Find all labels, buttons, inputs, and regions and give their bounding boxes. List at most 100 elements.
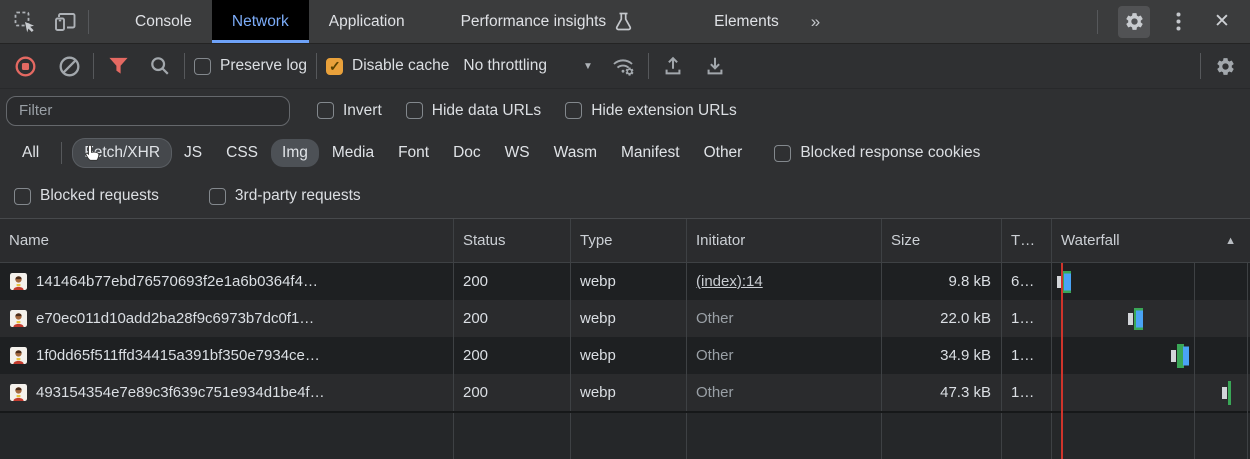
throttling-select[interactable]: No throttling ▼: [463, 57, 592, 75]
search-icon[interactable]: [145, 51, 175, 81]
request-name: e70ec011d10add2ba28f9c6973b7dc0f1…: [36, 310, 314, 327]
column-header-status[interactable]: Status: [454, 219, 571, 262]
type-filter-css[interactable]: CSS: [215, 139, 269, 167]
toolbar-divider: [648, 53, 649, 79]
tab-application-label: Application: [329, 13, 405, 31]
filter-input[interactable]: [6, 96, 290, 126]
request-status: 200: [454, 300, 571, 337]
close-icon[interactable]: ✕: [1206, 6, 1238, 38]
initiator-text: Other: [696, 384, 734, 401]
settings-gear-icon[interactable]: [1118, 6, 1150, 38]
blocked-requests-toggle[interactable]: Blocked requests: [14, 187, 159, 205]
type-filter-fetch-xhr[interactable]: Fetch/XHR: [73, 139, 171, 167]
preserve-log-label: Preserve log: [220, 57, 307, 75]
type-filter-doc[interactable]: Doc: [442, 139, 492, 167]
blocked-response-cookies-toggle[interactable]: Blocked response cookies: [774, 144, 980, 162]
disable-cache-toggle[interactable]: Disable cache: [326, 57, 449, 75]
network-settings-gear-icon[interactable]: [1210, 51, 1240, 81]
request-size: 9.8 kB: [882, 263, 1002, 300]
third-party-requests-checkbox[interactable]: [209, 188, 226, 205]
image-thumbnail-icon: [10, 347, 27, 364]
record-icon[interactable]: [10, 51, 40, 81]
type-filter-js[interactable]: JS: [173, 139, 213, 167]
flask-icon: [615, 12, 632, 31]
toolbar-divider: [1200, 53, 1201, 79]
column-header-type[interactable]: Type: [571, 219, 687, 262]
tab-elements[interactable]: Elements: [694, 0, 799, 43]
image-thumbnail-icon: [10, 384, 27, 401]
typebar-divider: [61, 142, 62, 164]
hide-data-urls-checkbox[interactable]: [406, 102, 423, 119]
invert-checkbox[interactable]: [317, 102, 334, 119]
network-filter-row: Invert Hide data URLs Hide extension URL…: [0, 89, 1250, 132]
blocked-response-cookies-checkbox[interactable]: [774, 145, 791, 162]
toolbar-divider: [184, 53, 185, 79]
column-header-time[interactable]: T…: [1002, 219, 1052, 262]
tab-network[interactable]: Network: [212, 0, 309, 43]
devtools-network-panel: Console Network Application Performance …: [0, 0, 1250, 459]
tab-performance-insights[interactable]: Performance insights: [441, 0, 653, 43]
initiator-link[interactable]: (index):14: [696, 273, 763, 290]
export-har-icon[interactable]: [700, 51, 730, 81]
column-header-initiator[interactable]: Initiator: [687, 219, 882, 262]
more-tabs-chevron-icon[interactable]: »: [799, 0, 830, 43]
column-header-size[interactable]: Size: [882, 219, 1002, 262]
hide-extension-urls-label: Hide extension URLs: [591, 102, 737, 120]
request-type: webp: [571, 337, 687, 374]
tab-performance-insights-label: Performance insights: [461, 13, 607, 31]
requests-table: Name Status Type Initiator Size T… Water…: [0, 218, 1250, 459]
request-name: 141464b77ebd76570693f2e1a6b0364f4…: [36, 273, 318, 290]
more-tabs-label: »: [811, 12, 818, 32]
table-body: 141464b77ebd76570693f2e1a6b0364f4… 200 w…: [0, 263, 1250, 459]
sort-ascending-icon[interactable]: ▲: [1225, 235, 1236, 247]
table-header-row: Name Status Type Initiator Size T… Water…: [0, 218, 1250, 263]
throttling-value: No throttling: [463, 57, 547, 75]
request-size: 22.0 kB: [882, 300, 1002, 337]
clear-icon[interactable]: [54, 51, 84, 81]
waterfall-cell: [1052, 263, 1250, 300]
type-filter-manifest[interactable]: Manifest: [610, 139, 691, 167]
waterfall-cell: [1052, 374, 1250, 411]
tab-console[interactable]: Console: [115, 0, 212, 43]
invert-label: Invert: [343, 102, 382, 120]
request-size: 47.3 kB: [882, 374, 1002, 411]
waterfall-bar: [1128, 313, 1133, 325]
column-header-name[interactable]: Name: [0, 219, 454, 262]
column-header-waterfall[interactable]: Waterfall ▲: [1052, 219, 1250, 262]
hide-extension-urls-toggle[interactable]: Hide extension URLs: [565, 102, 737, 120]
hide-data-urls-toggle[interactable]: Hide data URLs: [406, 102, 541, 120]
invert-toggle[interactable]: Invert: [317, 102, 382, 120]
type-filter-other[interactable]: Other: [693, 139, 754, 167]
request-type: webp: [571, 263, 687, 300]
type-filter-font[interactable]: Font: [387, 139, 440, 167]
waterfall-bar: [1171, 350, 1176, 362]
hide-extension-urls-checkbox[interactable]: [565, 102, 582, 119]
type-filter-ws[interactable]: WS: [494, 139, 541, 167]
blocked-requests-label: Blocked requests: [40, 187, 159, 205]
tab-elements-label: Elements: [714, 13, 779, 31]
device-toolbar-icon[interactable]: [50, 0, 80, 43]
tab-application[interactable]: Application: [309, 0, 425, 43]
type-filter-wasm[interactable]: Wasm: [543, 139, 608, 167]
funnel-icon[interactable]: [103, 51, 133, 81]
blocked-requests-checkbox[interactable]: [14, 188, 31, 205]
disable-cache-checkbox[interactable]: [326, 58, 343, 75]
waterfall-bar: [1183, 346, 1189, 365]
type-filter-media[interactable]: Media: [321, 139, 385, 167]
wifi-gear-icon[interactable]: [609, 51, 639, 81]
preserve-log-checkbox[interactable]: [194, 58, 211, 75]
type-filter-all[interactable]: All: [11, 139, 50, 167]
type-filter-img[interactable]: Img: [271, 139, 319, 167]
request-type: webp: [571, 300, 687, 337]
third-party-requests-toggle[interactable]: 3rd-party requests: [209, 187, 361, 205]
kebab-menu-icon[interactable]: [1162, 6, 1194, 38]
tab-console-label: Console: [135, 13, 192, 31]
import-har-icon[interactable]: [658, 51, 688, 81]
tabbar-divider: [88, 10, 89, 34]
inspect-element-icon[interactable]: [10, 0, 40, 43]
request-status: 200: [454, 337, 571, 374]
request-time: 6…: [1002, 263, 1052, 300]
preserve-log-toggle[interactable]: Preserve log: [194, 57, 307, 75]
waterfall-cell: [1052, 300, 1250, 337]
request-time: 1…: [1002, 374, 1052, 411]
